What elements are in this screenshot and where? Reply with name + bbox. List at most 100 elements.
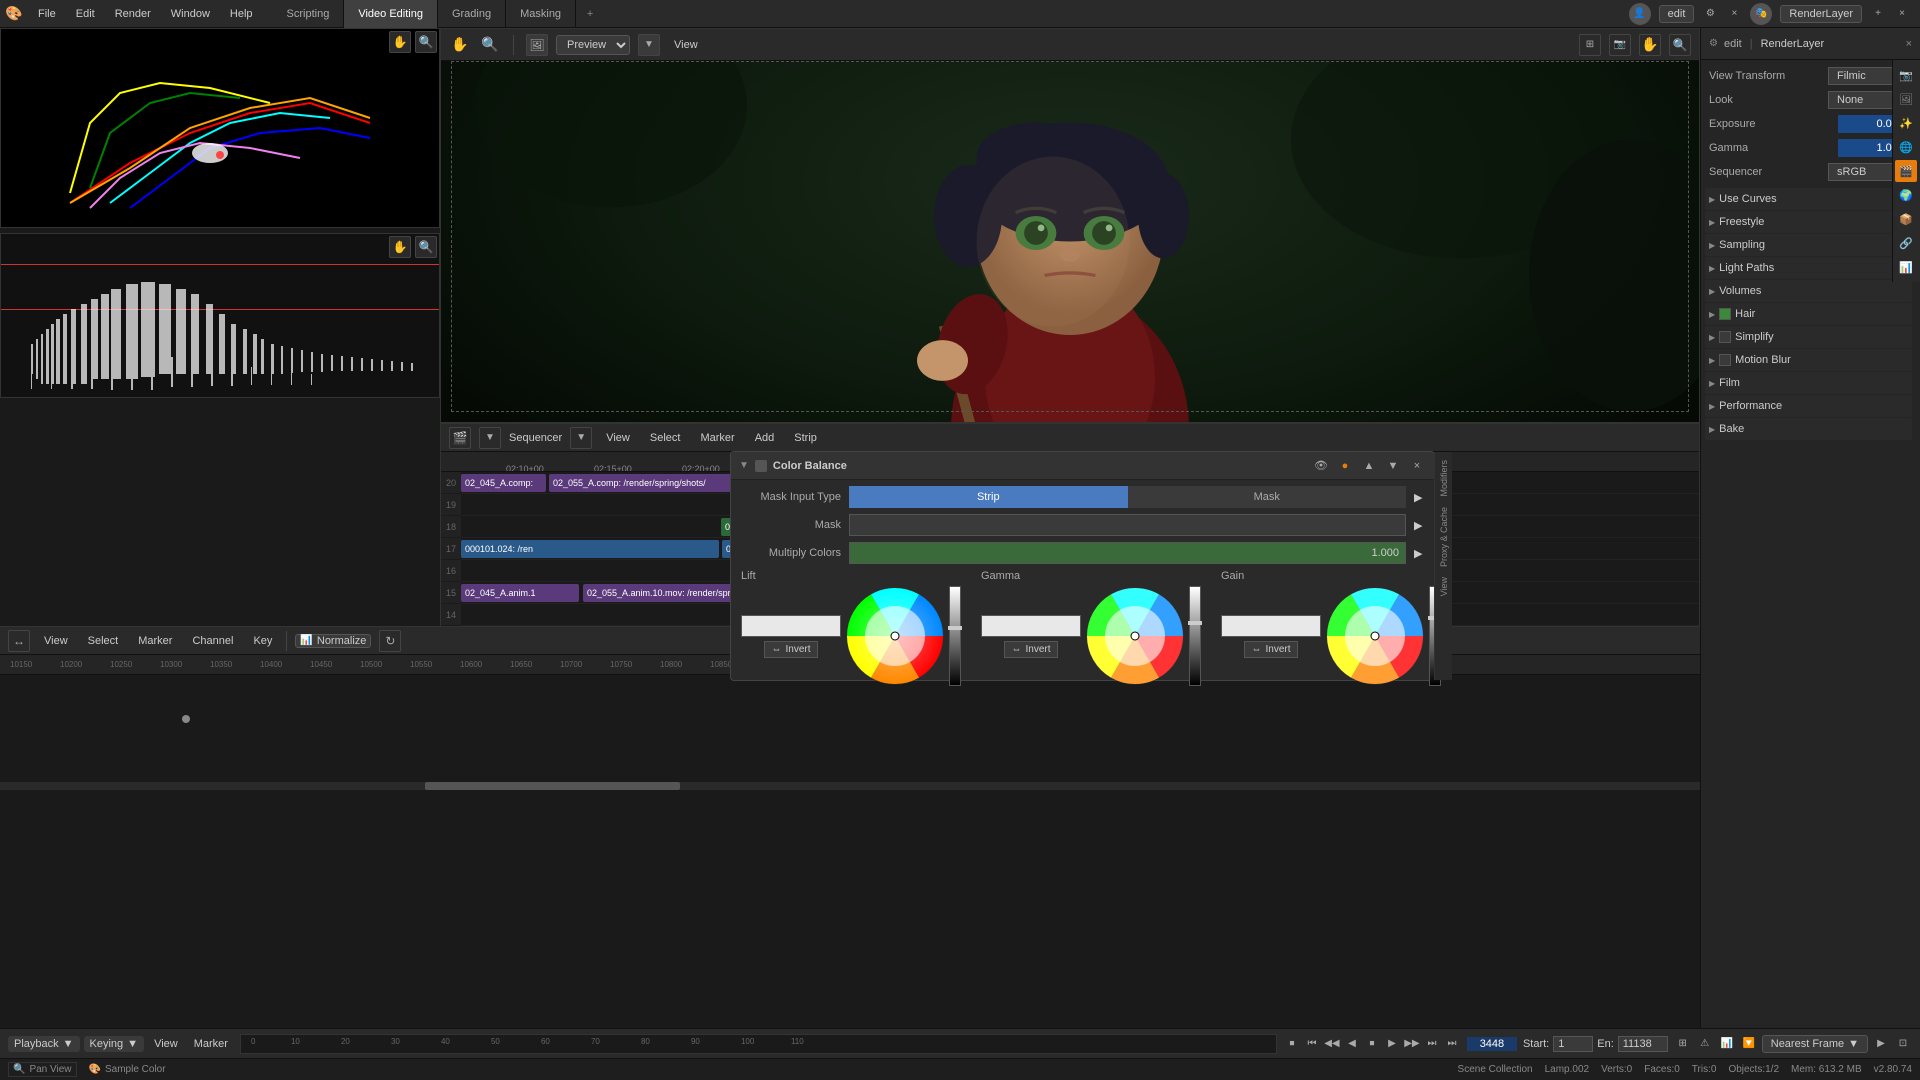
bottom-view-menu[interactable]: View xyxy=(38,627,74,655)
section-sampling[interactable]: ▶ Sampling ≡ xyxy=(1705,234,1912,256)
seq-dropdown-btn[interactable]: ▼ xyxy=(479,427,501,449)
bottom-scrollbar[interactable] xyxy=(0,782,1700,790)
cb-mask-row-expand[interactable]: ▶ xyxy=(1414,519,1424,532)
strip-02-045-acomp[interactable]: 02_045_A.comp: xyxy=(461,474,546,492)
side-icon-object[interactable]: 📦 xyxy=(1895,208,1917,230)
bottom-mode-icon[interactable]: ↔ xyxy=(8,630,30,652)
section-film[interactable]: ▶ Film xyxy=(1705,372,1912,394)
cb-expand-icon[interactable]: ▼ xyxy=(739,460,749,471)
settings-icon[interactable]: ⚙ xyxy=(1702,6,1718,22)
preview-zoom-btn[interactable]: 🔍 xyxy=(479,34,501,56)
user-label[interactable]: edit xyxy=(1659,5,1695,23)
normalize-btn[interactable]: 📊 Normalize xyxy=(295,634,371,648)
play-prev-frame-btn[interactable]: ◀◀ xyxy=(1323,1035,1341,1053)
simplify-checkbox[interactable] xyxy=(1719,331,1731,343)
strip-02-045-aanim[interactable]: 02_045_A.anim.1 xyxy=(461,584,579,602)
side-icon-particles[interactable]: ✨ xyxy=(1895,112,1917,134)
waveform-zoom-btn[interactable]: 🔍 xyxy=(415,236,437,258)
lift-brightness-handle[interactable] xyxy=(948,626,962,630)
bottom-key-menu[interactable]: Key xyxy=(247,627,278,655)
cb-mask-expand[interactable]: ▶ xyxy=(1414,491,1424,504)
viewport-zoom-btn[interactable]: 🔍 xyxy=(415,31,437,53)
cb-gamma-invert-btn[interactable]: ⇔ Invert xyxy=(1004,641,1057,658)
seq-select-menu[interactable]: Select xyxy=(644,424,687,452)
keying-menu[interactable]: Keying ▼ xyxy=(84,1036,145,1052)
preview-display-btn[interactable]: 📷 xyxy=(1609,34,1631,56)
seq-strip-menu[interactable]: Strip xyxy=(788,424,823,452)
cb-lift-brightness[interactable] xyxy=(949,586,961,686)
play-next-btn[interactable]: ▶▶ xyxy=(1403,1035,1421,1053)
side-icon-constraint[interactable]: 🔗 xyxy=(1895,232,1917,254)
preview-view-menu[interactable]: View xyxy=(668,31,704,59)
side-icon-scene[interactable]: 🌐 xyxy=(1895,136,1917,158)
side-icon-render[interactable]: 🖼 xyxy=(1895,88,1917,110)
close-icon-top[interactable]: × xyxy=(1726,6,1742,22)
playback-menu[interactable]: Playback ▼ xyxy=(8,1036,80,1052)
motion-blur-checkbox[interactable] xyxy=(1719,354,1731,366)
seq-menu-expand[interactable]: ▼ xyxy=(570,427,592,449)
bottom-select-menu[interactable]: Select xyxy=(82,627,125,655)
seq-marker-menu[interactable]: Marker xyxy=(694,424,740,452)
cb-close-btn[interactable]: × xyxy=(1408,457,1426,475)
side-icon-data[interactable]: 📊 xyxy=(1895,256,1917,278)
section-motion-blur[interactable]: ▶ Motion Blur xyxy=(1705,349,1912,371)
play-prev-btn[interactable]: ◀ xyxy=(1343,1035,1361,1053)
cb-multiply-input[interactable]: 1.000 xyxy=(849,542,1406,564)
cb-tab-modifiers[interactable]: Modifiers xyxy=(1437,456,1451,501)
tab-video-editing[interactable]: Video Editing xyxy=(344,0,438,28)
cb-tab-view[interactable]: View xyxy=(1437,573,1451,600)
playback-icon-btn3[interactable]: 📊 xyxy=(1718,1035,1736,1053)
menu-file[interactable]: File xyxy=(28,0,66,28)
cb-dot-btn[interactable]: ● xyxy=(1336,457,1354,475)
cb-gamma-brightness[interactable] xyxy=(1189,586,1201,686)
cb-tab-proxy[interactable]: Proxy & Cache xyxy=(1437,503,1451,571)
bottom-marker-menu[interactable]: Marker xyxy=(132,627,178,655)
side-icon-render-props[interactable]: 🎬 xyxy=(1895,160,1917,182)
tab-grading[interactable]: Grading xyxy=(438,0,506,28)
playback-icon-btn4[interactable]: 🔽 xyxy=(1740,1035,1758,1053)
section-hair[interactable]: ▶ Hair xyxy=(1705,303,1912,325)
menu-render[interactable]: Render xyxy=(105,0,161,28)
pan-view-btn[interactable]: 🔍 Pan View xyxy=(8,1062,77,1077)
cb-strip-btn[interactable]: Strip xyxy=(849,486,1128,508)
playback-icon-btn1[interactable]: ⊞ xyxy=(1674,1035,1692,1053)
bottom-scrollbar-handle[interactable] xyxy=(425,782,680,790)
play-btn[interactable]: ▶ xyxy=(1383,1035,1401,1053)
preview-mode-icon[interactable]: 🖼 xyxy=(526,34,548,56)
render-layer-label[interactable]: RenderLayer xyxy=(1780,5,1862,23)
play-stop-center-btn[interactable]: ⏹ xyxy=(1363,1035,1381,1053)
bottom-channel-menu[interactable]: Channel xyxy=(186,627,239,655)
menu-window[interactable]: Window xyxy=(161,0,220,28)
hair-checkbox[interactable] xyxy=(1719,308,1731,320)
tab-masking[interactable]: Masking xyxy=(506,0,576,28)
play-prev-keyframe-btn[interactable]: ⏮ xyxy=(1303,1035,1321,1053)
cb-eye-btn[interactable]: 👁 xyxy=(1312,457,1330,475)
cb-gamma-wheel[interactable] xyxy=(1085,586,1185,686)
end-frame-input[interactable]: 11138 xyxy=(1618,1036,1668,1052)
preview-search-btn[interactable]: 🔍 xyxy=(1669,34,1691,56)
preview-display-icon[interactable]: ▼ xyxy=(638,34,660,56)
cb-up-btn[interactable]: ▲ xyxy=(1360,457,1378,475)
preview-mode-select[interactable]: Preview Render xyxy=(556,35,630,55)
bottom-refresh-btn[interactable]: ↻ xyxy=(379,630,401,652)
viewport-move-btn[interactable]: ✋ xyxy=(389,31,411,53)
current-frame-number[interactable]: 3448 xyxy=(1467,1037,1517,1051)
cb-multiply-expand[interactable]: ▶ xyxy=(1414,547,1424,560)
add-workspace-tab[interactable]: + xyxy=(576,0,604,28)
playback-icon-btn5[interactable]: ▶ xyxy=(1872,1035,1890,1053)
menu-edit[interactable]: Edit xyxy=(66,0,105,28)
play-stop-btn[interactable]: ⏹ xyxy=(1283,1035,1301,1053)
play-next-keyframe-btn[interactable]: ⏭ xyxy=(1443,1035,1461,1053)
preview-move-right-btn[interactable]: ✋ xyxy=(1639,34,1661,56)
seq-view-menu[interactable]: View xyxy=(600,424,636,452)
nearest-frame-select[interactable]: Nearest Frame ▼ xyxy=(1762,1035,1868,1053)
play-next-frame-btn[interactable]: ⏭ xyxy=(1423,1035,1441,1053)
playback-icon-btn6[interactable]: ⊡ xyxy=(1894,1035,1912,1053)
render-close-icon[interactable]: × xyxy=(1894,6,1910,22)
cb-mask-btn[interactable]: Mask xyxy=(1128,486,1407,508)
gamma-brightness-handle[interactable] xyxy=(1188,621,1202,625)
bottom-timeline-scrubber[interactable]: 0 10 20 30 40 50 60 70 80 90 100 110 xyxy=(240,1034,1277,1054)
playback-marker-menu[interactable]: Marker xyxy=(188,1036,234,1052)
side-icon-camera[interactable]: 📷 xyxy=(1895,64,1917,86)
tab-scripting[interactable]: Scripting xyxy=(273,0,345,28)
